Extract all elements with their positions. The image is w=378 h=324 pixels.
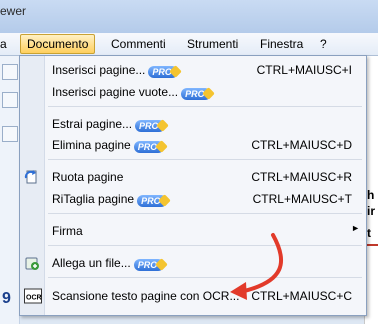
svg-text:OCR: OCR: [26, 295, 42, 302]
menu-separator: [48, 213, 362, 214]
menu-separator: [48, 277, 362, 278]
menu-separator: [48, 106, 362, 107]
documento-menu: Inserisci pagine... PRO CTRL+MAIUSC+I Ins…: [19, 55, 367, 316]
menu-commenti[interactable]: Commenti: [111, 36, 166, 52]
menu-strumenti[interactable]: Strumenti: [187, 36, 238, 52]
menu-item-insert-pages[interactable]: Inserisci pagine... PRO CTRL+MAIUSC+I: [20, 59, 366, 81]
menu-item-label: Estrai pagine...: [52, 117, 133, 131]
menu-item-signature[interactable]: Firma ►: [20, 220, 366, 242]
menu-item-label: Elimina pagine: [52, 138, 131, 152]
document-text-fragment: t: [367, 226, 371, 240]
menu-item-label: Inserisci pagine...: [52, 63, 146, 77]
shortcut-label: CTRL+MAIUSC+C: [251, 289, 352, 303]
shortcut-label: CTRL+MAIUSC+R: [251, 170, 352, 184]
menu-item-ocr-scan[interactable]: OCR Scansione testo pagine con OCR... CT…: [20, 285, 366, 307]
pro-badge: PRO: [135, 120, 166, 132]
shortcut-label: CTRL+MAIUSC+T: [252, 192, 352, 206]
menu-fragment[interactable]: a: [0, 36, 7, 52]
menu-separator: [48, 245, 362, 246]
pro-badge: PRO: [181, 88, 212, 100]
toolbar-icon[interactable]: [2, 64, 18, 80]
menu-item-extract-pages[interactable]: Estrai pagine... PRO: [20, 113, 366, 135]
menu-separator: [48, 159, 362, 160]
menu-item-crop-pages[interactable]: RiTaglia pagine PRO CTRL+MAIUSC+T: [20, 188, 366, 210]
menu-documento[interactable]: Documento: [20, 34, 96, 54]
pro-badge: PRO: [133, 259, 164, 271]
menu-item-label: RiTaglia pagine: [52, 192, 135, 206]
shortcut-label: CTRL+MAIUSC+D: [251, 138, 352, 152]
menu-help[interactable]: ?: [320, 36, 327, 52]
menu-item-label: Allega un file...: [52, 256, 131, 270]
pro-badge: PRO: [148, 66, 179, 78]
menu-item-label: Ruota pagine: [52, 170, 124, 184]
pro-badge: PRO: [133, 141, 164, 153]
title-bar: ewer: [0, 0, 378, 33]
menu-item-delete-pages[interactable]: Elimina pagine PRO CTRL+MAIUSC+D: [20, 134, 366, 156]
menu-finestra[interactable]: Finestra: [260, 36, 303, 52]
shortcut-label: CTRL+MAIUSC+I: [256, 63, 352, 77]
menu-item-label: Scansione testo pagine con OCR...: [52, 289, 240, 303]
menu-item-rotate-pages[interactable]: Ruota pagine CTRL+MAIUSC+R: [20, 166, 366, 188]
page-number-fragment: 9: [2, 290, 11, 307]
window-title: ewer: [0, 4, 27, 18]
menu-item-attach-file[interactable]: Allega un file... PRO: [20, 252, 366, 274]
toolbar-icon[interactable]: [2, 92, 18, 108]
submenu-arrow-icon: ►: [351, 223, 360, 233]
left-toolbar: [0, 56, 20, 324]
menu-item-insert-blank-pages[interactable]: Inserisci pagine vuote... PRO: [20, 81, 366, 103]
menu-item-label: Firma: [52, 224, 83, 238]
menu-bar: a Documento Commenti Strumenti Finestra …: [0, 33, 378, 56]
pro-badge: PRO: [137, 195, 168, 207]
attach-file-icon: [24, 255, 40, 271]
toolbar-icon[interactable]: [2, 126, 18, 142]
rotate-icon: [24, 169, 40, 185]
menu-item-label: Inserisci pagine vuote...: [52, 85, 179, 99]
ocr-icon: OCR: [24, 288, 42, 304]
document-text-fragment: ir: [367, 204, 376, 218]
document-text-fragment: h: [367, 188, 375, 202]
